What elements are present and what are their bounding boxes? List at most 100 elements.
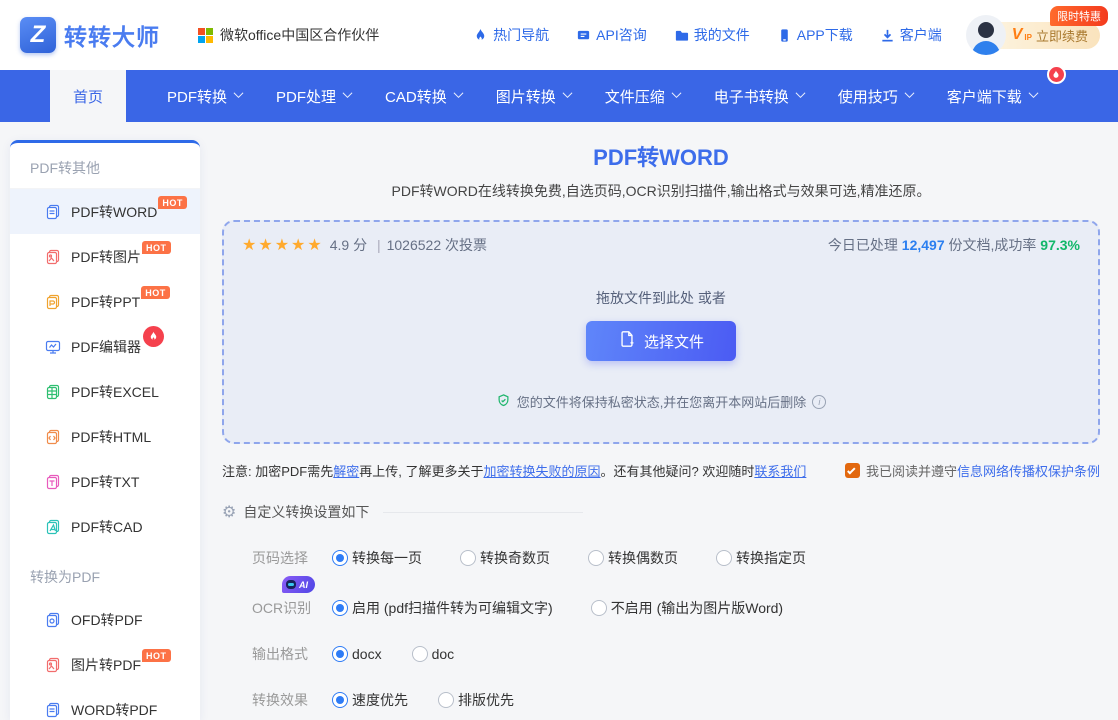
- radio-option-layout-first[interactable]: 排版优先: [438, 690, 514, 710]
- txt-doc-icon: [45, 474, 61, 490]
- sidebar-item-pdf-editor[interactable]: PDF编辑器: [10, 324, 200, 369]
- nav-item-cad-convert[interactable]: CAD转换: [368, 70, 479, 122]
- select-file-button[interactable]: 选择文件: [586, 321, 736, 361]
- cad-doc-icon: [45, 519, 61, 535]
- nav-item-home[interactable]: 首页: [50, 70, 126, 122]
- header-link-api[interactable]: API咨询: [576, 25, 647, 45]
- hot-badge: HOT: [158, 196, 187, 209]
- radio-option-speed-first[interactable]: 速度优先: [332, 690, 408, 710]
- settings-title: 自定义转换设置如下: [243, 504, 370, 520]
- divider: [383, 511, 584, 513]
- nav-item-ebook-convert[interactable]: 电子书转换: [697, 70, 821, 122]
- file-plus-icon: [618, 330, 636, 352]
- radio-icon[interactable]: [411, 646, 428, 662]
- robot-icon: [286, 580, 296, 589]
- sidebar-item-pdf-to-excel[interactable]: PDF转EXCEL: [10, 369, 200, 414]
- chevron-down-icon: [671, 88, 682, 99]
- chevron-down-icon: [795, 88, 806, 99]
- header-link-hot-nav[interactable]: 热门导航: [473, 25, 549, 45]
- header-link-client[interactable]: 客户端: [880, 25, 942, 45]
- sidebar-item-word-to-pdf[interactable]: WORD转PDF: [10, 687, 200, 720]
- upload-dropzone[interactable]: ★★★★★ 4.9 分 | 1026522 次投票 今日已处理 12,497 份文档…: [222, 220, 1100, 444]
- partner-badge: 微软office中国区合作伙伴: [198, 25, 379, 45]
- sidebar-item-pdf-to-html[interactable]: PDF转HTML: [10, 414, 200, 459]
- radio-icon[interactable]: [716, 550, 732, 566]
- processed-count: 12,497: [901, 237, 945, 253]
- sidebar-section-title: PDF转其他: [10, 143, 200, 189]
- setting-row-page-select: 页码选择 转换每一页 转换奇数页 转换偶数页 转换指定页: [252, 548, 806, 568]
- hot-badge: HOT: [141, 286, 170, 299]
- dropzone-stats-row: ★★★★★ 4.9 分 | 1026522 次投票 今日已处理 12,497 份文档…: [242, 235, 1080, 255]
- note-row: 注意: 加密PDF需先解密再上传, 了解更多关于加密转换失败的原因。还有其他疑问…: [222, 461, 1100, 480]
- shield-check-icon: [496, 393, 511, 411]
- radio-option-docx[interactable]: docx: [332, 646, 382, 662]
- setting-row-output-format: 输出格式 docx doc: [252, 646, 455, 662]
- radio-icon[interactable]: [332, 646, 348, 662]
- sidebar-item-pdf-to-cad[interactable]: PDF转CAD: [10, 504, 200, 549]
- fail-reason-link[interactable]: 加密转换失败的原因: [483, 464, 600, 479]
- page-subtitle: PDF转WORD在线转换免费,自选页码,OCR识别扫描件,输出格式与效果可选,精…: [391, 183, 931, 199]
- radio-icon[interactable]: [332, 692, 348, 708]
- sidebar-item-pdf-to-ppt[interactable]: PDF转PPT HOT: [10, 279, 200, 324]
- chevron-down-icon: [904, 88, 915, 99]
- success-rate: 97.3%: [1040, 237, 1080, 253]
- ppt-doc-icon: [45, 294, 61, 310]
- main-content: PDF转WORD PDF转WORD在线转换免费,自选页码,OCR识别扫描件,输出…: [200, 122, 1118, 720]
- radio-icon[interactable]: [588, 550, 604, 566]
- nav-item-image-convert[interactable]: 图片转换: [479, 70, 588, 122]
- nav-item-file-compress[interactable]: 文件压缩: [588, 70, 697, 122]
- sidebar-item-ofd-to-pdf[interactable]: OFD转PDF: [10, 597, 200, 642]
- top-header: Z 转转大师 微软office中国区合作伙伴 热门导航 API咨询 我的文件 A…: [0, 0, 1118, 70]
- radio-option-doc[interactable]: doc: [411, 646, 454, 662]
- flame-icon: [473, 28, 488, 43]
- sidebar-item-pdf-to-txt[interactable]: PDF转TXT: [10, 459, 200, 504]
- excel-doc-icon: [45, 384, 61, 400]
- chevron-down-icon: [562, 88, 573, 99]
- dropzone-hint: 拖放文件到此处 或者: [596, 290, 726, 306]
- radio-icon[interactable]: [460, 550, 476, 566]
- sidebar-item-pdf-to-image[interactable]: PDF转图片 HOT: [10, 234, 200, 279]
- setting-row-ocr: AI OCR识别 启用 (pdf扫描件转为可编辑文字) 不启用 (输出为图片版W…: [222, 576, 1100, 618]
- chevron-down-icon: [233, 88, 244, 99]
- site-logo[interactable]: Z 转转大师: [20, 17, 160, 53]
- radio-icon[interactable]: [332, 600, 348, 616]
- today-stats: 今日已处理 12,497 份文档,成功率 97.3%: [827, 237, 1080, 253]
- gear-icon: ⚙: [222, 504, 237, 521]
- nav-item-pdf-process[interactable]: PDF处理: [259, 70, 368, 122]
- radio-icon[interactable]: [438, 692, 454, 708]
- radio-option-ocr-disable[interactable]: 不启用 (输出为图片版Word): [590, 598, 783, 618]
- vip-icon: V: [1011, 26, 1023, 43]
- flame-badge-icon: [143, 326, 164, 347]
- image-doc-icon: [45, 657, 61, 673]
- ai-badge: AI: [282, 576, 315, 593]
- radio-option-ocr-enable[interactable]: 启用 (pdf扫描件转为可编辑文字): [332, 598, 553, 618]
- sidebar-item-pdf-to-word[interactable]: PDF转WORD HOT: [10, 189, 200, 234]
- flame-badge-icon: [1046, 65, 1066, 84]
- promo-badge: 限时特惠: [1050, 6, 1108, 26]
- radio-icon[interactable]: [332, 550, 348, 566]
- decrypt-link[interactable]: 解密: [333, 464, 359, 479]
- header-link-app-download[interactable]: APP下载: [777, 25, 853, 45]
- doc-icon: [45, 204, 61, 220]
- contact-us-link[interactable]: 联系我们: [754, 464, 806, 479]
- user-avatar[interactable]: [965, 15, 1006, 55]
- html-doc-icon: [45, 429, 61, 445]
- sidebar-item-image-to-pdf[interactable]: 图片转PDF HOT: [10, 642, 200, 687]
- regulation-link[interactable]: 信息网络传播权保护条例: [957, 464, 1100, 479]
- header-link-my-files[interactable]: 我的文件: [674, 25, 750, 45]
- star-rating-icon: ★★★★★: [242, 237, 324, 254]
- agreement-checkbox[interactable]: [844, 463, 860, 478]
- radio-option-odd-pages[interactable]: 转换奇数页: [460, 548, 550, 568]
- radio-option-specified-pages[interactable]: 转换指定页: [716, 548, 806, 568]
- sidebar: PDF转其他 PDF转WORD HOT PDF转图片 HOT PDF转PPT H…: [10, 140, 200, 720]
- nav-item-tips[interactable]: 使用技巧: [821, 70, 930, 122]
- settings-header: ⚙ 自定义转换设置如下: [222, 502, 1100, 522]
- nav-item-pdf-convert[interactable]: PDF转换: [150, 70, 259, 122]
- radio-option-even-pages[interactable]: 转换偶数页: [588, 548, 678, 568]
- chevron-down-icon: [453, 88, 464, 99]
- main-nav: 首页 PDF转换 PDF处理 CAD转换 图片转换 文件压缩 电子书转换 使用技…: [0, 65, 1118, 122]
- radio-option-every-page[interactable]: 转换每一页: [332, 548, 422, 568]
- radio-icon[interactable]: [590, 600, 607, 616]
- nav-item-client-download[interactable]: 客户端下载: [930, 65, 1066, 122]
- info-icon[interactable]: i: [812, 394, 827, 409]
